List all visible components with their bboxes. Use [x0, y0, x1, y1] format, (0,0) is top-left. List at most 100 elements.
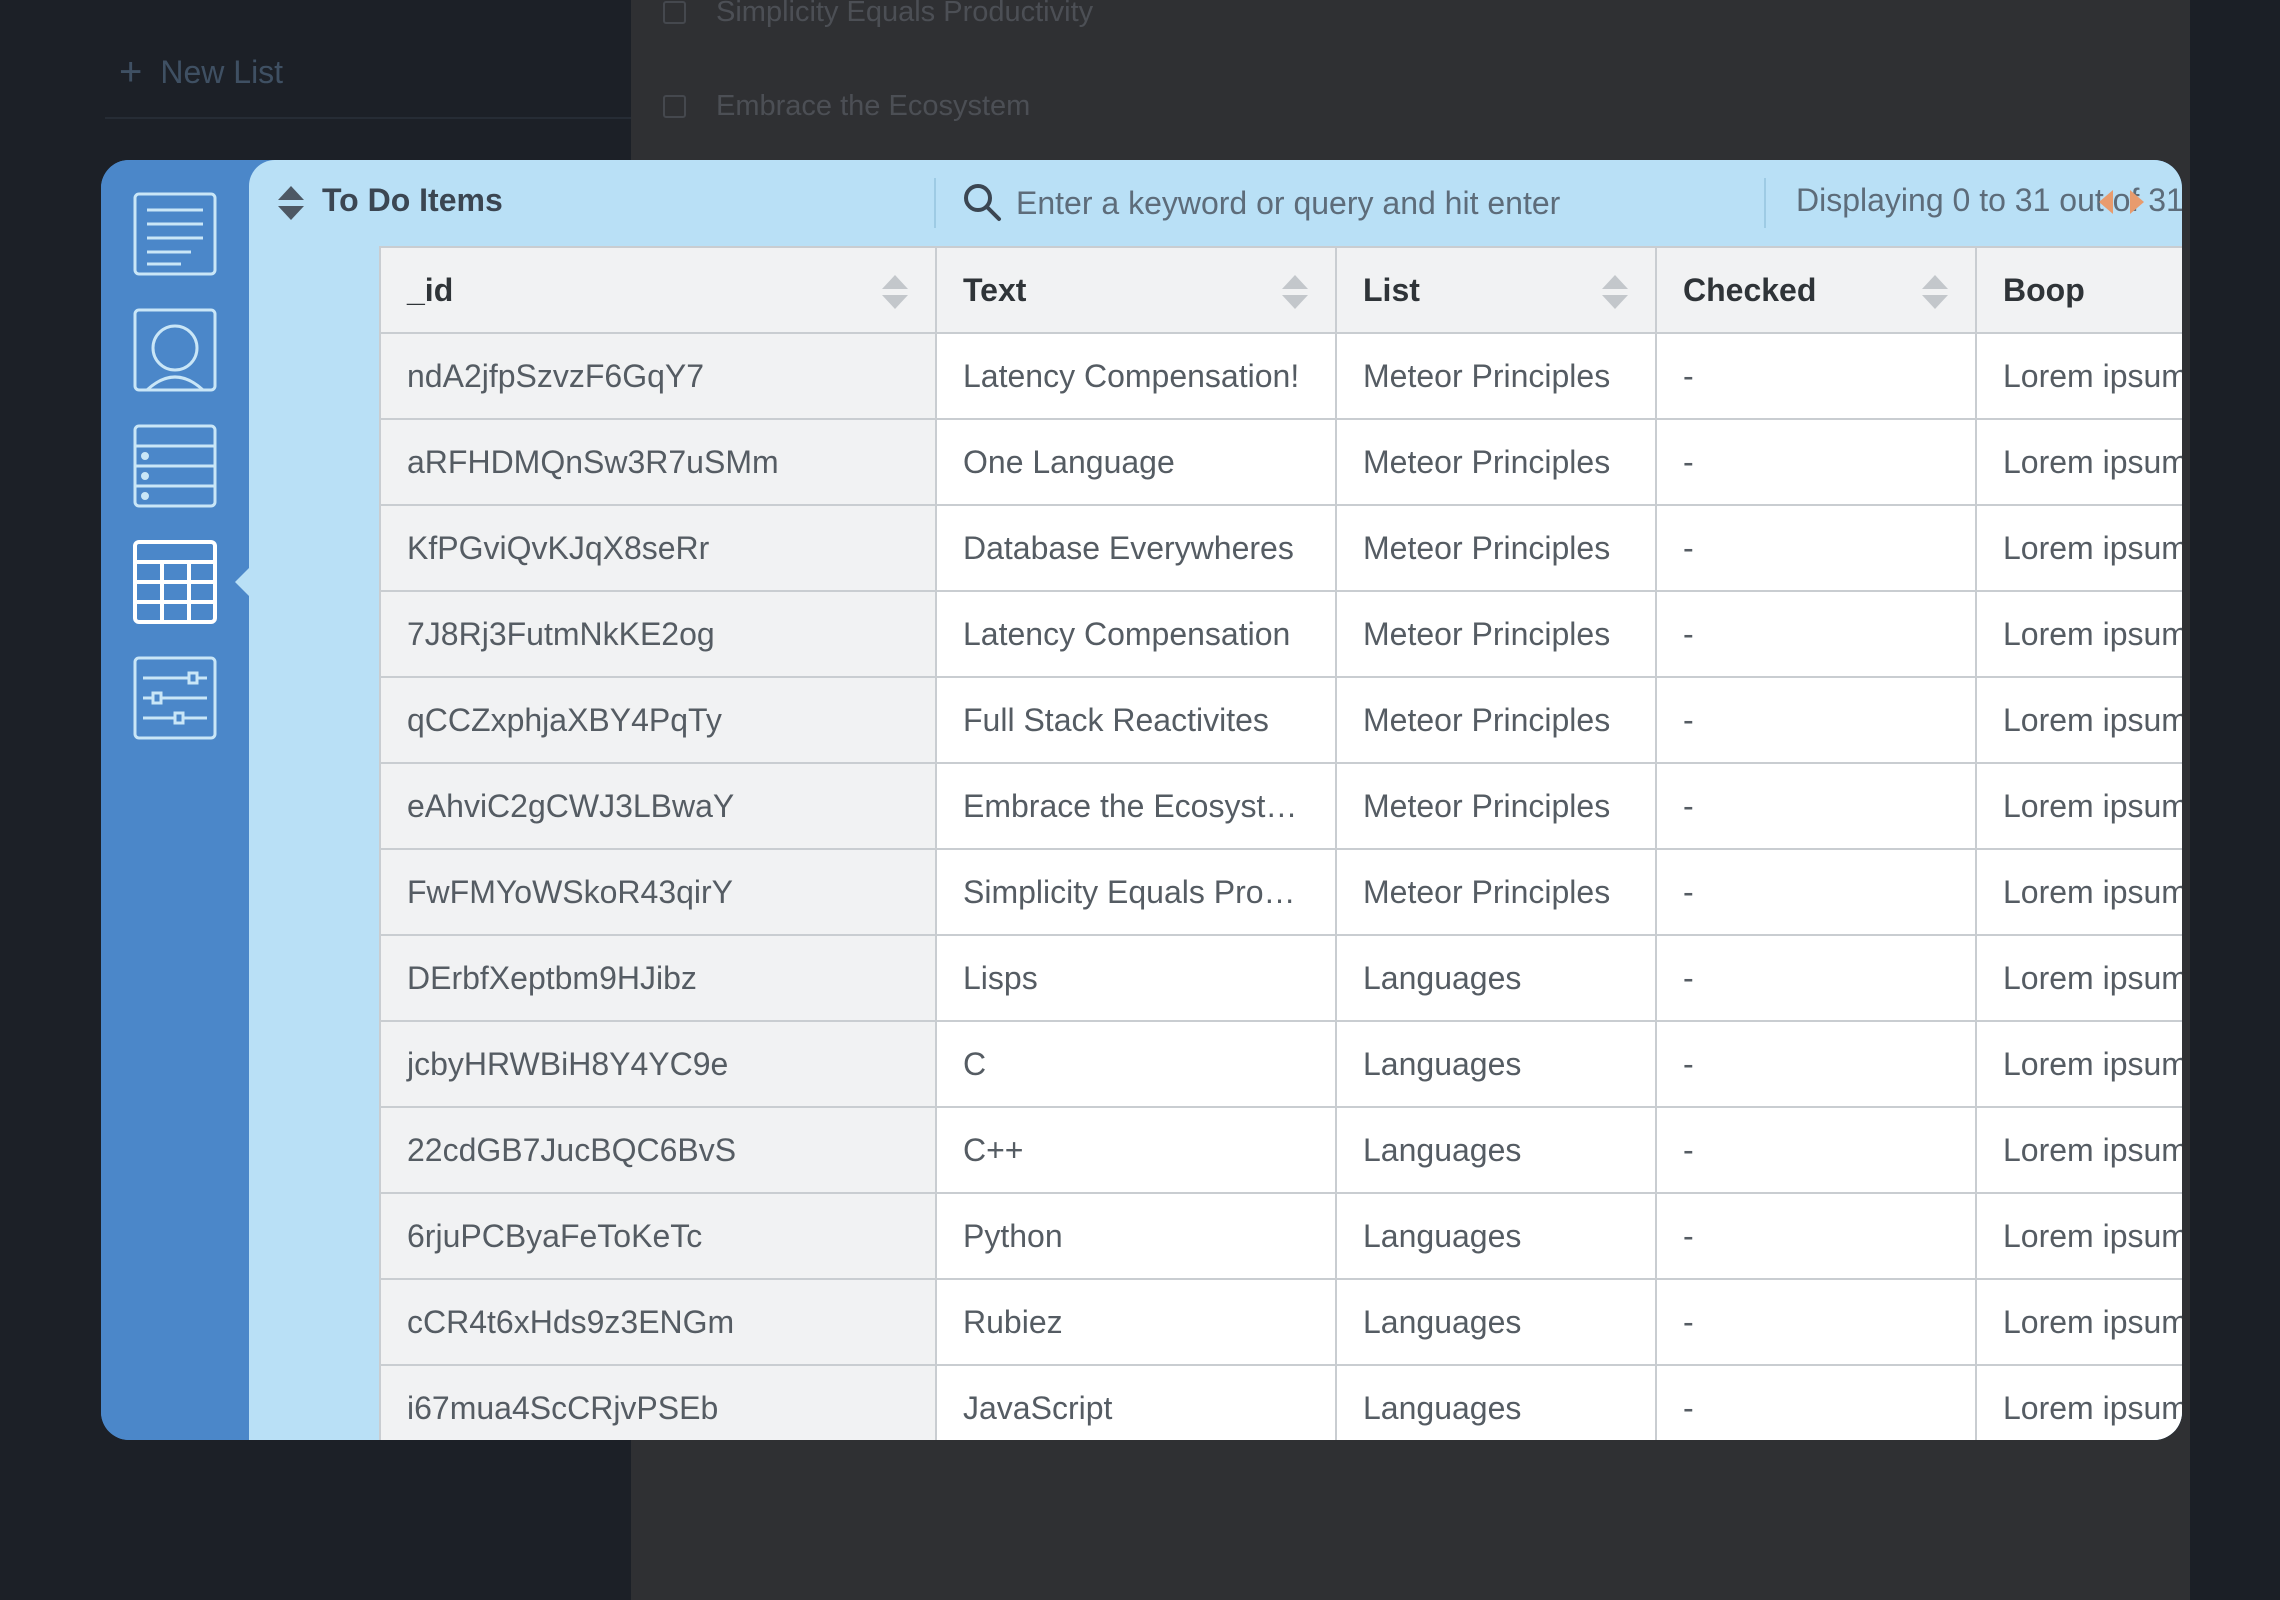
text-cell[interactable]: Database Everywheres: [936, 505, 1337, 592]
boop-cell[interactable]: Lorem ipsum dolor: [1976, 935, 2182, 1022]
sort-arrows-icon[interactable]: [881, 272, 909, 312]
text-cell[interactable]: JavaScript: [936, 1365, 1337, 1440]
text-cell[interactable]: C++: [936, 1107, 1337, 1194]
table-row[interactable]: aRFHDMQnSw3R7uSMm One Language Meteor Prin…: [379, 419, 2182, 506]
boop-cell[interactable]: Lorem ipsum dolor: [1976, 591, 2182, 678]
list-cell[interactable]: Languages: [1336, 1107, 1657, 1194]
checkbox-icon: [663, 95, 686, 118]
column-header-boop[interactable]: Boop: [1976, 246, 2182, 334]
text-cell[interactable]: Simplicity Equals Pro…: [936, 849, 1337, 936]
text-cell[interactable]: Embrace the Ecosyst…: [936, 763, 1337, 850]
list-cell[interactable]: Meteor Principles: [1336, 333, 1657, 420]
checked-cell[interactable]: -: [1656, 1193, 1977, 1280]
table-row[interactable]: eAhviC2gCWJ3LBwaY Embrace the Ecosyst… Met…: [379, 763, 2182, 850]
text-cell[interactable]: Full Stack Reactivites: [936, 677, 1337, 764]
boop-cell[interactable]: Lorem ipsum dolor: [1976, 1021, 2182, 1108]
boop-cell[interactable]: Lorem ipsum dolor: [1976, 1193, 2182, 1280]
table-row[interactable]: 7J8Rj3FutmNkKE2og Latency Compensation Met…: [379, 591, 2182, 678]
sort-arrows-icon[interactable]: [1601, 272, 1629, 312]
table-icon[interactable]: [133, 540, 217, 624]
id-cell[interactable]: eAhviC2gCWJ3LBwaY: [379, 763, 937, 850]
boop-cell[interactable]: Lorem ipsum dolor: [1976, 677, 2182, 764]
checked-cell[interactable]: -: [1656, 935, 1977, 1022]
checked-cell[interactable]: -: [1656, 763, 1977, 850]
id-cell[interactable]: FwFMYoWSkoR43qirY: [379, 849, 937, 936]
background-task-label: Simplicity Equals Productivity: [716, 0, 1094, 28]
id-cell[interactable]: 6rjuPCByaFeToKeTc: [379, 1193, 937, 1280]
table-row[interactable]: i67mua4ScCRjvPSEb JavaScript Languages - Lor…: [379, 1365, 2182, 1440]
next-page-arrow-icon[interactable]: [2130, 190, 2144, 214]
boop-cell[interactable]: Lorem ipsum dolor: [1976, 419, 2182, 506]
id-cell[interactable]: 7J8Rj3FutmNkKE2og: [379, 591, 937, 678]
id-cell[interactable]: DErbfXeptbm9HJibz: [379, 935, 937, 1022]
list-icon[interactable]: [133, 424, 217, 508]
text-cell[interactable]: C: [936, 1021, 1337, 1108]
table-row[interactable]: KfPGviQvKJqX8seRr Database Everywheres Met…: [379, 505, 2182, 592]
text-cell[interactable]: One Language: [936, 419, 1337, 506]
column-header-id[interactable]: _id: [379, 246, 937, 334]
text-cell[interactable]: Latency Compensation!: [936, 333, 1337, 420]
table-row[interactable]: ndA2jfpSzvzF6GqY7 Latency Compensation! Me…: [379, 333, 2182, 420]
list-cell[interactable]: Languages: [1336, 1365, 1657, 1440]
id-cell[interactable]: 22cdGB7JucBQC6BvS: [379, 1107, 937, 1194]
text-cell[interactable]: Lisps: [936, 935, 1337, 1022]
sort-arrows-icon[interactable]: [1921, 272, 1949, 312]
checked-cell[interactable]: -: [1656, 677, 1977, 764]
list-cell[interactable]: Meteor Principles: [1336, 591, 1657, 678]
collection-title[interactable]: To Do Items: [322, 182, 503, 219]
list-cell[interactable]: Meteor Principles: [1336, 763, 1657, 850]
documents-table-container[interactable]: _id Text List Checked Boop ndA2jfpSzvzF6…: [379, 246, 2182, 1440]
id-cell[interactable]: KfPGviQvKJqX8seRr: [379, 505, 937, 592]
list-cell[interactable]: Meteor Principles: [1336, 419, 1657, 506]
checked-cell[interactable]: -: [1656, 849, 1977, 936]
checked-cell[interactable]: -: [1656, 1021, 1977, 1108]
id-cell[interactable]: cCR4t6xHds9z3ENGm: [379, 1279, 937, 1366]
document-icon[interactable]: [133, 192, 217, 276]
boop-cell[interactable]: Lorem ipsum dolor: [1976, 1107, 2182, 1194]
table-row[interactable]: qCCZxphjaXBY4PqTy Full Stack Reactivites M…: [379, 677, 2182, 764]
id-cell[interactable]: jcbyHRWBiH8Y4YC9e: [379, 1021, 937, 1108]
table-row[interactable]: FwFMYoWSkoR43qirY Simplicity Equals Pro… M…: [379, 849, 2182, 936]
checked-cell[interactable]: -: [1656, 419, 1977, 506]
table-row[interactable]: 22cdGB7JucBQC6BvS C++ Languages - Lorem ipsu…: [379, 1107, 2182, 1194]
checked-cell[interactable]: -: [1656, 1365, 1977, 1440]
checked-cell[interactable]: -: [1656, 591, 1977, 678]
sort-arrows-icon[interactable]: [1281, 272, 1309, 312]
text-cell[interactable]: Latency Compensation: [936, 591, 1337, 678]
table-row[interactable]: DErbfXeptbm9HJibz Lisps Languages - Lorem ip…: [379, 935, 2182, 1022]
checked-cell[interactable]: -: [1656, 1279, 1977, 1366]
boop-cell[interactable]: Lorem ipsum dolor: [1976, 333, 2182, 420]
list-cell[interactable]: Languages: [1336, 1021, 1657, 1108]
boop-cell[interactable]: Lorem ipsum dolor: [1976, 763, 2182, 850]
previous-page-arrow-icon[interactable]: [2099, 190, 2113, 214]
list-cell[interactable]: Meteor Principles: [1336, 677, 1657, 764]
table-row[interactable]: 6rjuPCByaFeToKeTc Python Languages - Lorem i…: [379, 1193, 2182, 1280]
column-header-text[interactable]: Text: [936, 246, 1337, 334]
sliders-icon[interactable]: [133, 656, 217, 740]
list-cell[interactable]: Languages: [1336, 1279, 1657, 1366]
id-cell[interactable]: qCCZxphjaXBY4PqTy: [379, 677, 937, 764]
list-cell[interactable]: Languages: [1336, 935, 1657, 1022]
sort-arrows-icon[interactable]: [277, 184, 305, 222]
id-cell[interactable]: i67mua4ScCRjvPSEb: [379, 1365, 937, 1440]
list-cell[interactable]: Meteor Principles: [1336, 849, 1657, 936]
id-cell[interactable]: aRFHDMQnSw3R7uSMm: [379, 419, 937, 506]
boop-cell[interactable]: Lorem ipsum dolor: [1976, 1365, 2182, 1440]
column-header-checked[interactable]: Checked: [1656, 246, 1977, 334]
text-cell[interactable]: Rubiez: [936, 1279, 1337, 1366]
column-header-list[interactable]: List: [1336, 246, 1657, 334]
id-cell[interactable]: ndA2jfpSzvzF6GqY7: [379, 333, 937, 420]
checked-cell[interactable]: -: [1656, 1107, 1977, 1194]
boop-cell[interactable]: Lorem ipsum dolor: [1976, 849, 2182, 936]
table-row[interactable]: jcbyHRWBiH8Y4YC9e C Languages - Lorem ipsum …: [379, 1021, 2182, 1108]
boop-cell[interactable]: Lorem ipsum dolor: [1976, 1279, 2182, 1366]
checked-cell[interactable]: -: [1656, 333, 1977, 420]
text-cell[interactable]: Python: [936, 1193, 1337, 1280]
search-input[interactable]: [1016, 178, 1796, 228]
checked-cell[interactable]: -: [1656, 505, 1977, 592]
list-cell[interactable]: Meteor Principles: [1336, 505, 1657, 592]
boop-cell[interactable]: Lorem ipsum dolor: [1976, 505, 2182, 592]
table-row[interactable]: cCR4t6xHds9z3ENGm Rubiez Languages - Lorem i…: [379, 1279, 2182, 1366]
list-cell[interactable]: Languages: [1336, 1193, 1657, 1280]
search-icon[interactable]: [133, 308, 217, 392]
